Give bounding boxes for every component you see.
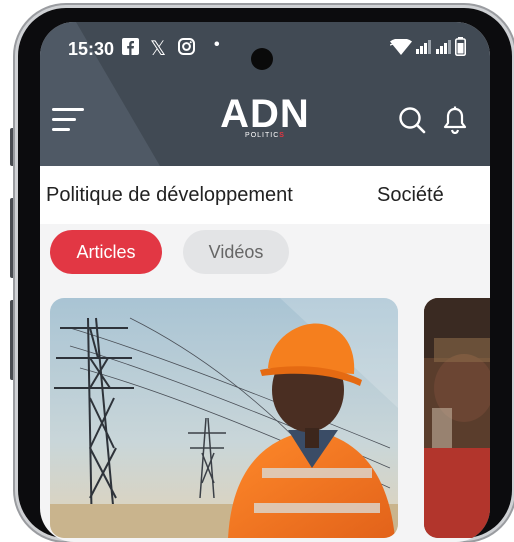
logo-subtitle: POLITICS: [245, 132, 285, 139]
article-card[interactable]: [50, 298, 398, 538]
logo-text: ADN: [220, 92, 310, 136]
battery-icon: [455, 37, 466, 61]
tab-societe[interactable]: Société: [377, 184, 444, 207]
search-icon[interactable]: [398, 106, 426, 134]
wifi-icon: [389, 38, 412, 60]
volume-up-button: [10, 198, 15, 278]
dot-icon: •: [214, 36, 220, 53]
category-tabs: Politique de développement Société: [40, 166, 490, 224]
instagram-icon: [178, 38, 195, 60]
hamburger-menu-icon[interactable]: [52, 108, 86, 132]
filter-videos-button[interactable]: Vidéos: [183, 230, 289, 274]
power-button: [10, 128, 15, 166]
filter-articles-button[interactable]: Articles: [50, 230, 162, 274]
app-header: 15:30 𝕏 • ADN POLITICS: [40, 22, 490, 166]
status-time: 15:30: [68, 39, 115, 59]
app-screen: 15:30 𝕏 • ADN POLITICS Politique de déve…: [40, 22, 490, 542]
bell-icon[interactable]: [442, 106, 468, 135]
tab-politique-de-developpement[interactable]: Politique de développement: [46, 184, 293, 207]
adn-politics-logo[interactable]: ADN POLITICS: [210, 94, 320, 140]
signal-icon: [436, 40, 452, 59]
article-image: [50, 298, 398, 538]
front-camera: [251, 48, 273, 70]
article-card[interactable]: [424, 298, 490, 538]
facebook-icon: [122, 38, 139, 60]
volume-down-button: [10, 300, 15, 380]
x-icon: 𝕏: [150, 38, 167, 60]
article-image: [424, 298, 490, 538]
signal-icon: [416, 40, 432, 59]
